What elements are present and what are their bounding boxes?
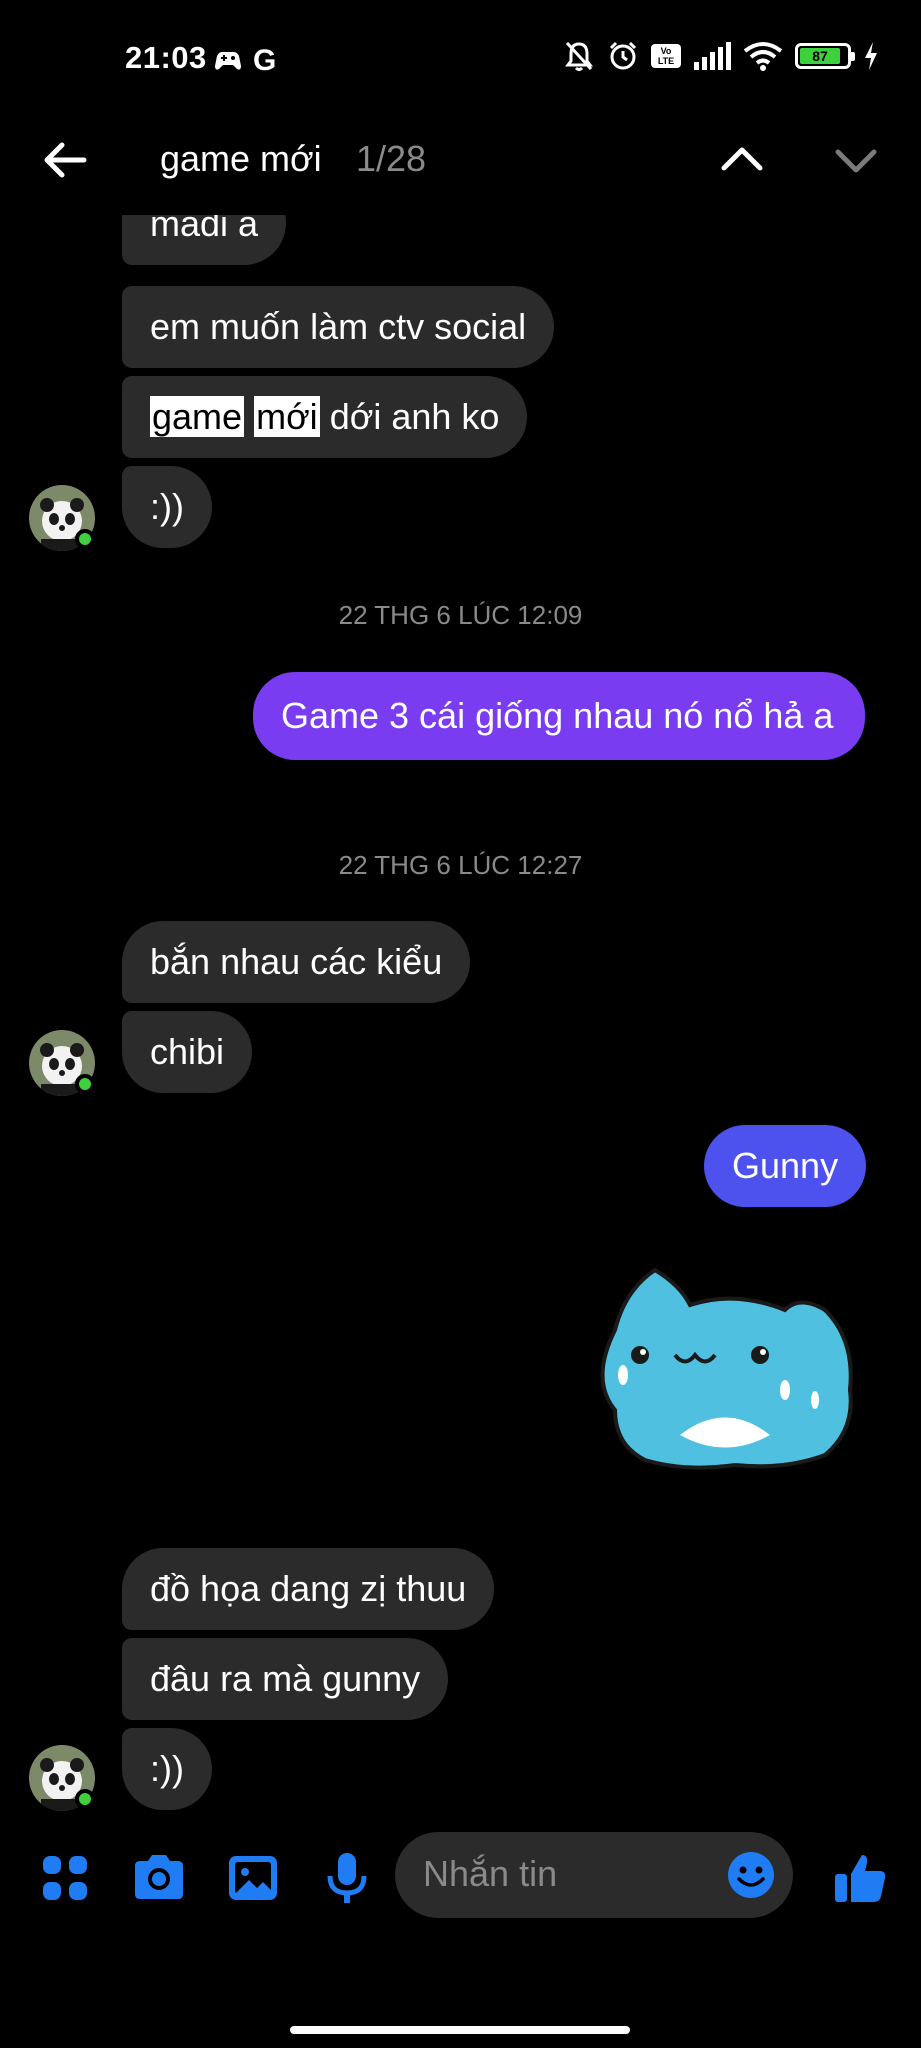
- signal-icon: [694, 42, 731, 70]
- search-query[interactable]: game mới: [160, 138, 322, 180]
- camera-icon[interactable]: [131, 1850, 187, 1906]
- sent-message[interactable]: Game 3 cái giống nhau nó nổ hả a: [253, 672, 865, 760]
- status-left-icons: G: [213, 44, 276, 78]
- menu-dots-icon[interactable]: [37, 1850, 93, 1906]
- timestamp: 22 THG 6 LÚC 12:09: [338, 600, 583, 630]
- cat-sticker-icon[interactable]: [585, 1260, 865, 1470]
- search-highlight: game: [150, 396, 245, 437]
- chevron-up-icon[interactable]: [716, 134, 768, 186]
- message-list[interactable]: madi à em muốn làm ctv social game mới d…: [0, 215, 921, 1815]
- online-indicator: [75, 1789, 95, 1809]
- received-message[interactable]: :)): [122, 466, 212, 548]
- sent-message[interactable]: Gunny: [704, 1125, 867, 1207]
- status-time: 21:03: [125, 40, 207, 75]
- received-message-highlighted[interactable]: game mới dới anh ko: [122, 376, 528, 458]
- search-highlight: mới: [254, 396, 320, 437]
- charging-icon: [865, 42, 877, 70]
- message-input[interactable]: Nhắn tin: [395, 1832, 793, 1918]
- google-icon: G: [253, 44, 277, 77]
- battery-level: 87: [800, 48, 841, 64]
- image-icon[interactable]: [225, 1850, 281, 1906]
- search-result-count: 1/28: [356, 138, 427, 179]
- received-message[interactable]: đồ họa dang zị thuu: [122, 1548, 495, 1630]
- online-indicator: [75, 529, 95, 549]
- game-controller-icon: [215, 51, 241, 70]
- received-message[interactable]: em muốn làm ctv social: [122, 286, 555, 368]
- search-header: game mới 1/28: [0, 120, 921, 215]
- emoji-icon[interactable]: [727, 1851, 775, 1899]
- wifi-icon: [743, 42, 783, 71]
- volte-icon: Vo LTE: [651, 44, 681, 68]
- received-message[interactable]: chibi: [122, 1011, 253, 1093]
- input-placeholder: Nhắn tin: [423, 1853, 558, 1894]
- received-message[interactable]: :)): [122, 1728, 212, 1810]
- thumbs-up-icon[interactable]: [832, 1850, 888, 1906]
- back-arrow-icon[interactable]: [38, 132, 94, 188]
- status-bar: 21:03 G Vo LTE 87: [0, 0, 921, 120]
- received-message[interactable]: bắn nhau các kiểu: [122, 921, 471, 1003]
- online-indicator: [75, 1074, 95, 1094]
- avatar[interactable]: [29, 485, 95, 553]
- received-message[interactable]: đâu ra mà gunny: [122, 1638, 449, 1720]
- home-indicator[interactable]: [290, 2026, 630, 2034]
- timestamp: 22 THG 6 LÚC 12:27: [338, 850, 583, 880]
- alarm-icon: [609, 41, 637, 70]
- avatar[interactable]: [29, 1030, 95, 1098]
- microphone-icon[interactable]: [319, 1850, 375, 1906]
- composer-bar: Nhắn tin: [0, 1820, 921, 1930]
- avatar[interactable]: [29, 1745, 95, 1813]
- received-message[interactable]: madi à: [122, 215, 287, 265]
- chevron-down-icon[interactable]: [830, 134, 882, 186]
- bell-off-icon: [565, 41, 593, 71]
- status-right-icons: Vo LTE 87: [563, 40, 879, 72]
- battery-icon: 87: [795, 43, 855, 69]
